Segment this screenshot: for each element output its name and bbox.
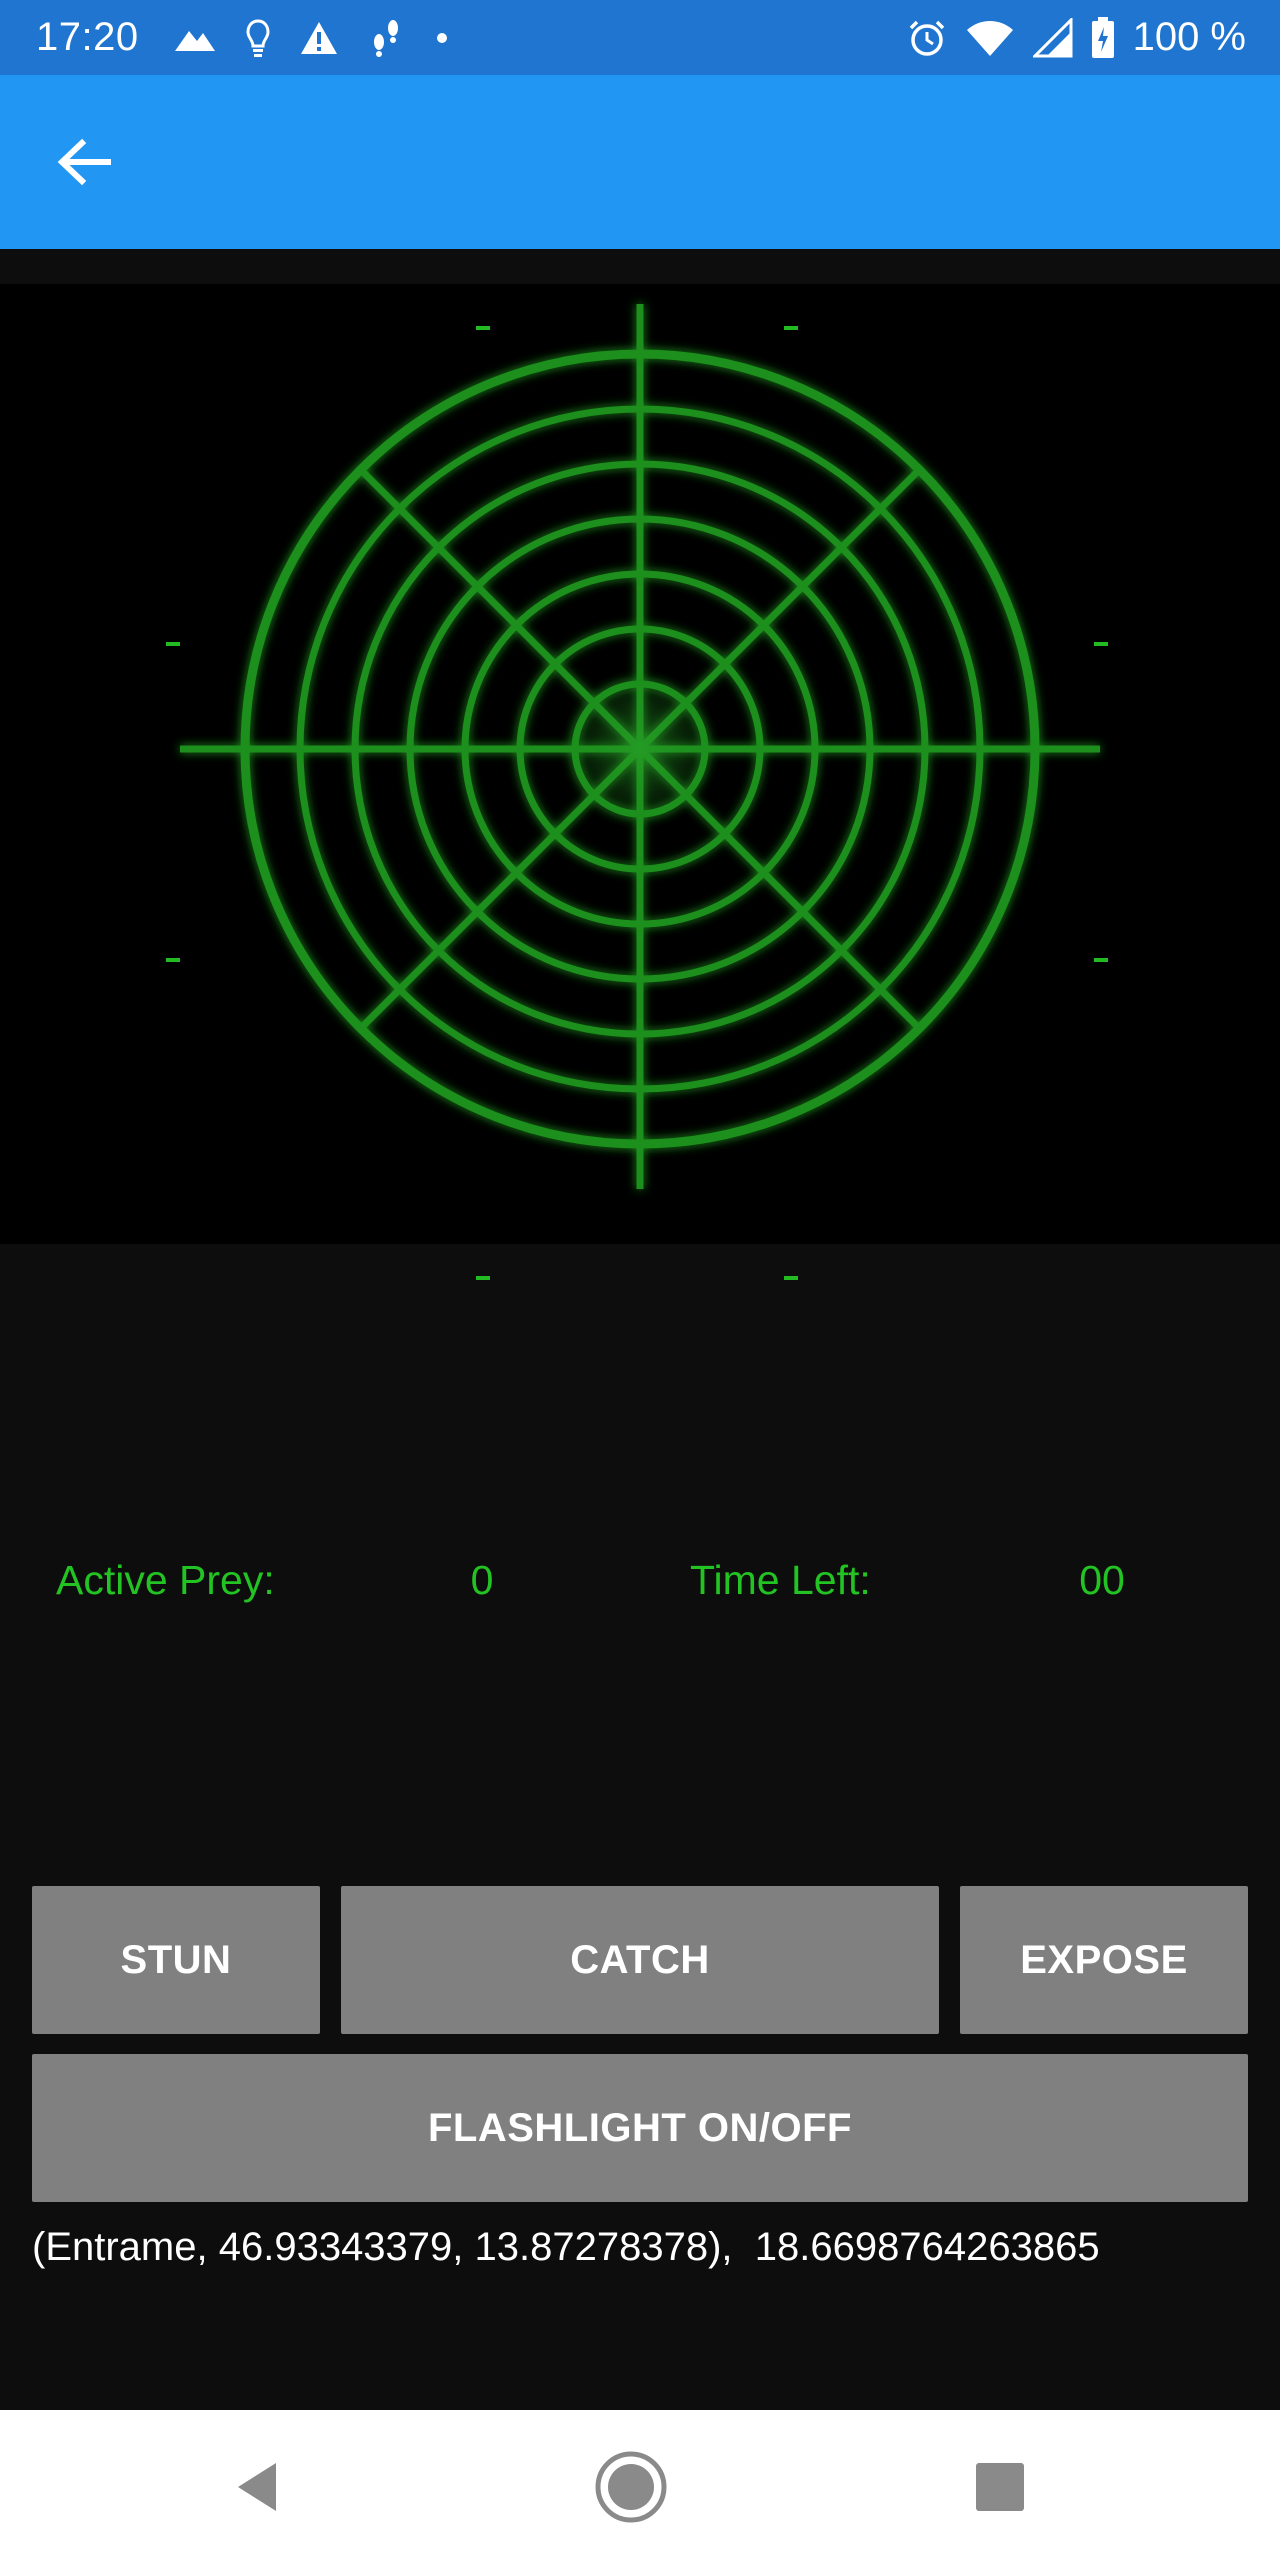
nav-back-icon — [238, 2463, 276, 2511]
flashlight-toggle-button[interactable]: FLASHLIGHT ON/OFF — [32, 2054, 1248, 2202]
battery-percentage: 100 % — [1132, 15, 1246, 59]
radar-edge-marker — [784, 326, 798, 330]
app-bar — [0, 75, 1280, 249]
dot-icon — [435, 31, 449, 45]
active-prey-label: Active Prey: — [56, 1557, 275, 1603]
radar-edge-marker — [1094, 642, 1108, 646]
alarm-icon — [907, 18, 947, 58]
nav-home-icon — [595, 2451, 667, 2523]
signal-icon — [1032, 17, 1073, 58]
status-bar: 17:20 100 % — [0, 0, 1280, 75]
radar-edge-marker — [166, 958, 180, 962]
back-button[interactable] — [44, 122, 124, 202]
status-time: 17:20 — [36, 15, 139, 59]
time-left-value: 00 — [1079, 1557, 1125, 1603]
radar-view[interactable] — [0, 284, 1280, 1244]
status-system-icons: 100 % — [907, 15, 1246, 60]
active-prey-value: 0 — [470, 1557, 494, 1603]
stun-button[interactable]: STUN — [32, 1886, 320, 2034]
arrow-left-icon — [57, 138, 111, 186]
wifi-icon — [965, 18, 1015, 58]
warning-icon — [299, 20, 339, 56]
footsteps-icon — [367, 18, 407, 58]
location-readout: (Entrame, 46.93343379, 13.87278378), 18.… — [32, 2225, 1100, 2269]
radar-web-graphic — [180, 304, 1100, 1189]
nav-recents-button[interactable] — [955, 2442, 1045, 2532]
radar-edge-marker — [476, 326, 490, 330]
expose-button[interactable]: EXPOSE — [960, 1886, 1248, 2034]
battery-icon — [1091, 16, 1115, 59]
radar-edge-marker — [476, 1276, 490, 1280]
mountain-icon — [173, 23, 217, 53]
navigation-bar — [0, 2410, 1280, 2560]
nav-home-button[interactable] — [586, 2442, 676, 2532]
radar-edge-marker — [784, 1276, 798, 1280]
catch-button[interactable]: CATCH — [341, 1886, 939, 2034]
status-notification-icons — [173, 18, 449, 58]
radar-edge-marker — [1094, 958, 1108, 962]
time-left-label: Time Left: — [690, 1557, 871, 1603]
nav-recents-icon — [976, 2463, 1024, 2511]
lightbulb-icon — [245, 18, 271, 58]
nav-back-button[interactable] — [215, 2442, 305, 2532]
radar-edge-marker — [166, 642, 180, 646]
